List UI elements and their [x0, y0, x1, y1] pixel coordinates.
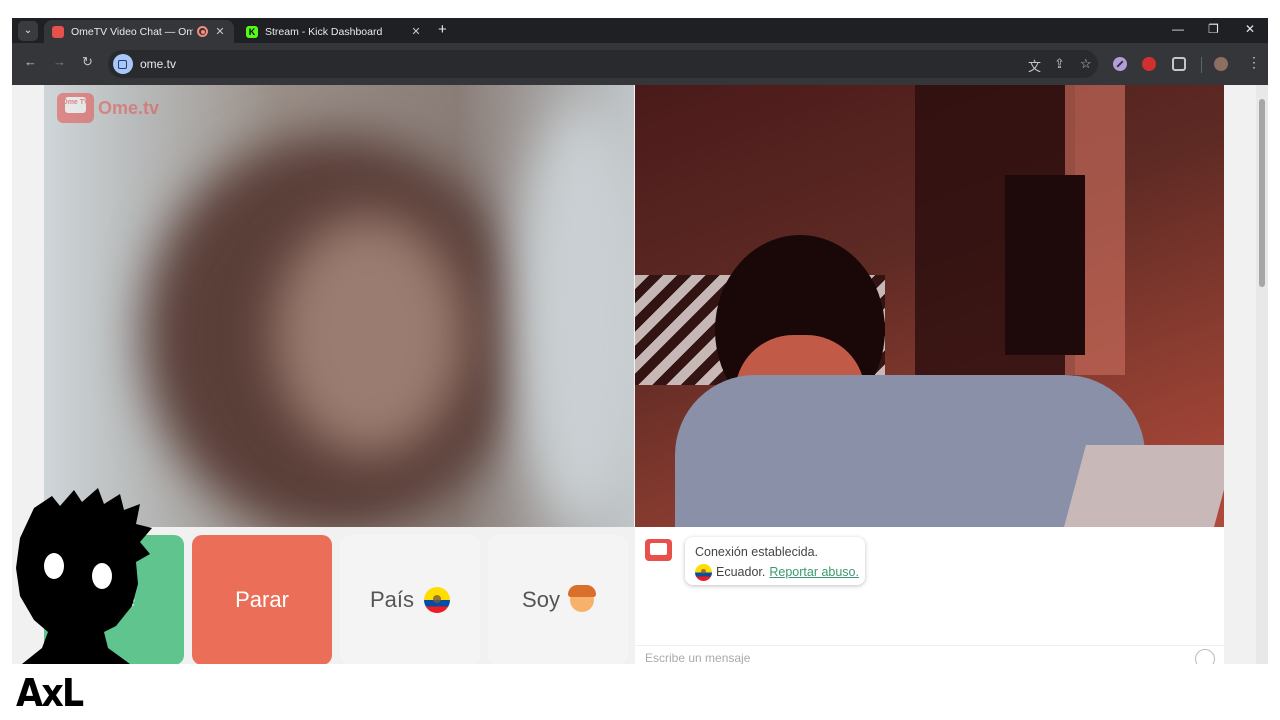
shelf	[1005, 175, 1085, 355]
chat-divider	[635, 645, 1224, 646]
restore-icon[interactable]: ❐	[1208, 22, 1219, 36]
tab-kick-dashboard[interactable]: K Stream - Kick Dashboard ✕	[238, 20, 430, 43]
tab-title: Stream - Kick Dashboard	[265, 25, 383, 38]
forward-icon[interactable]: →	[53, 54, 66, 69]
close-tab-icon[interactable]: ✕	[410, 25, 422, 38]
blurred-background	[514, 105, 634, 525]
logo-text: Ome.tv	[98, 97, 160, 118]
page-viewport: Ome TV Ome.tv ente Parar País Soy	[12, 85, 1268, 664]
install-icon[interactable]: ⇪	[1054, 56, 1065, 72]
menu-icon[interactable]: ⋮	[1247, 54, 1261, 71]
mascot-eye-left	[44, 553, 64, 579]
url-text: ome.tv	[140, 57, 177, 71]
reload-icon[interactable]: ↻	[82, 54, 93, 70]
ometv-favicon-icon	[52, 25, 64, 38]
tab-ometv[interactable]: OmeTV Video Chat — Ome ✕	[44, 20, 234, 43]
site-info-icon[interactable]	[113, 54, 133, 74]
blurred-face	[274, 215, 464, 455]
paper	[1064, 445, 1224, 527]
stranger-video	[44, 85, 634, 527]
hand-extension-icon[interactable]	[1142, 57, 1156, 71]
mascot-eye-right	[92, 563, 112, 589]
close-window-icon[interactable]: ✕	[1245, 22, 1255, 36]
country-text: Ecuador.	[716, 565, 766, 579]
ometv-logo: Ome TV Ome.tv	[57, 93, 159, 123]
own-camera-video	[635, 85, 1224, 527]
blocker-extension-icon[interactable]	[1113, 57, 1127, 71]
extensions-icon[interactable]	[1172, 57, 1186, 71]
streamer-brand: AxL	[16, 671, 84, 715]
report-abuse-link[interactable]: Reportar abuso.	[769, 562, 859, 582]
smiley-icon[interactable]	[1195, 649, 1215, 664]
browser-toolbar: ← → ↻ ome.tv 文 ⇪ ☆ ⋮	[12, 43, 1268, 85]
tab-title: OmeTV Video Chat — Ome	[71, 25, 193, 38]
ecuador-flag-icon	[424, 587, 451, 613]
minimize-icon[interactable]: —	[1172, 22, 1184, 36]
toolbar-divider	[1201, 57, 1202, 73]
tab-search-icon[interactable]: ⌄	[18, 21, 38, 41]
country-button[interactable]: País	[340, 535, 480, 664]
close-tab-icon[interactable]: ✕	[214, 25, 226, 38]
ecuador-flag-icon	[695, 563, 712, 581]
translate-icon[interactable]: 文	[1028, 56, 1041, 75]
browser-window: ⌄ OmeTV Video Chat — Ome ✕ K Stream - Ki…	[12, 18, 1268, 664]
mascot-silhouette	[16, 488, 152, 664]
new-tab-icon[interactable]: +	[438, 21, 447, 38]
scrollbar-thumb[interactable]	[1259, 99, 1265, 287]
profile-avatar[interactable]	[1214, 57, 1228, 71]
tab-strip: ⌄ OmeTV Video Chat — Ome ✕ K Stream - Ki…	[12, 18, 1268, 43]
stop-button[interactable]: Parar	[192, 535, 332, 664]
recording-icon	[197, 26, 208, 37]
address-bar[interactable]: ome.tv 文 ⇪ ☆	[108, 50, 1098, 78]
system-message: Conexión establecida. Ecuador. Reportar …	[685, 537, 865, 585]
tv-logo-icon: Ome TV	[57, 93, 94, 123]
message-input[interactable]: Escribe un mensaje	[645, 651, 750, 664]
person-emoji-icon	[567, 585, 596, 612]
scrollbar[interactable]	[1256, 85, 1268, 664]
kick-favicon-icon: K	[246, 25, 258, 38]
bookmark-star-icon[interactable]: ☆	[1080, 56, 1092, 72]
chat-panel: Conexión establecida. Ecuador. Reportar …	[635, 527, 1224, 664]
connection-status: Conexión establecida.	[695, 545, 818, 559]
gender-button[interactable]: Soy	[488, 535, 628, 664]
back-icon[interactable]: ←	[24, 54, 37, 69]
ometv-chat-icon	[645, 539, 672, 561]
